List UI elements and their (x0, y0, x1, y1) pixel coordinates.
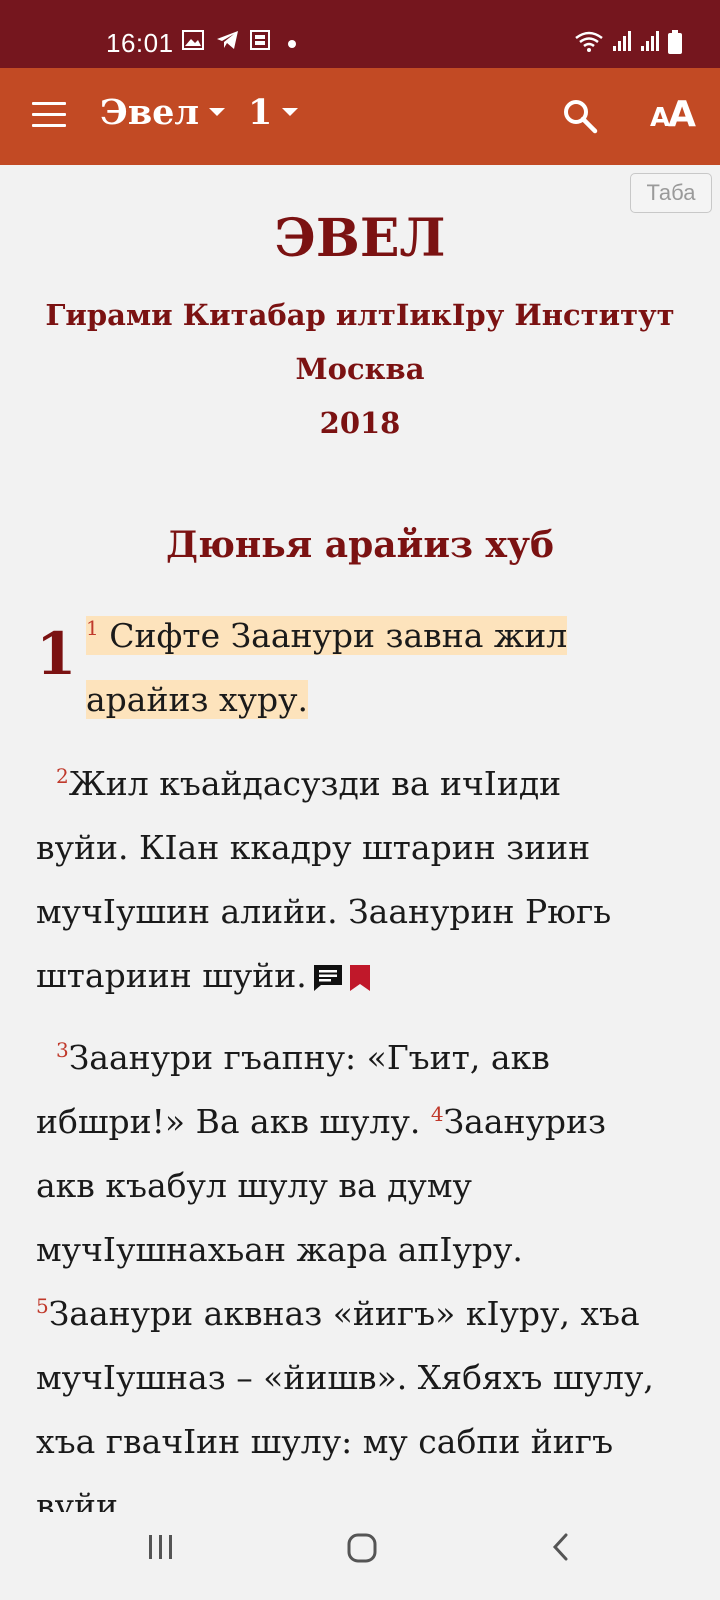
verse-number: 5 (36, 1294, 49, 1318)
chevron-down-icon (209, 107, 226, 116)
recent-apps-icon[interactable] (146, 1532, 176, 1562)
app-bar: Эвел 1 AA (0, 68, 720, 165)
book-name: Эвел (100, 92, 200, 133)
back-icon[interactable] (550, 1532, 570, 1562)
verse-2-line-2: вуйи. КІан ккадру штарин зиин (36, 828, 591, 867)
app-notification-icon (250, 30, 270, 50)
status-time: 16:01 (106, 28, 174, 58)
chevron-down-icon (282, 107, 299, 116)
wifi-icon (575, 31, 603, 52)
system-nav-bar (0, 1512, 720, 1600)
verse-5-line-3: хъа гвачІин шулу: му сабпи йигъ (36, 1422, 614, 1461)
verse-4-line-2: акв къабул шулу ва думу (36, 1166, 472, 1205)
signal-sim2-icon (641, 31, 659, 51)
verse-1-line-1: 1 Сифте Заанури завна жил (86, 616, 568, 655)
verse-5-line-1: Заанури аквназ «йигъ» кІуру, хъа (48, 1294, 640, 1333)
verse-2-line-4: штариин шуйи. (36, 956, 307, 995)
book-selector[interactable]: Эвел (100, 92, 226, 133)
status-bar: 16:01 (0, 0, 720, 68)
gallery-notification-icon (182, 30, 204, 50)
book-title: ЭВЕЛ (274, 208, 446, 269)
verse-3-5-paragraph[interactable]: 3Заанури гъапну: «Гъит, акв ибшри!» Ва а… (36, 1026, 654, 1538)
note-icon[interactable] (313, 964, 343, 992)
verse-number: 4 (430, 1102, 444, 1126)
verse-1[interactable]: 1 Сифте Заанури завна жил арайиз хуру. (86, 604, 568, 732)
verse-4-line-3: мучІушнахьан жара апІуру. (36, 1230, 523, 1269)
search-icon[interactable] (562, 98, 598, 134)
intro-line-1: Гирами Китабар илтІикІру Институт (45, 298, 675, 332)
intro-line-2: Москва (295, 352, 425, 386)
bookmark-icon[interactable] (349, 964, 371, 992)
tab-chip[interactable]: Таба (630, 173, 712, 213)
section-heading: Дюнья арайиз хуб (165, 524, 555, 566)
more-notifications-icon (288, 40, 296, 48)
verse-2-line-3: мучІушин алийи. Заанурин Рюгь (36, 892, 612, 931)
signal-sim1-icon (613, 31, 631, 51)
verse-5-line-2: мучІушназ – «йишв». Хябяхъ шулу, (36, 1358, 654, 1397)
verse-4-line-1: Заануриз (443, 1102, 607, 1141)
chapter-number: 1 (36, 620, 77, 688)
verse-1-line-2: арайиз хуру. (86, 680, 309, 719)
telegram-notification-icon (217, 31, 238, 49)
chapter-selector[interactable]: 1 (248, 92, 299, 133)
chapter-name: 1 (248, 92, 273, 133)
verse-3-line-2: ибшри!» Ва акв шулу. (36, 1102, 421, 1141)
verse-number: 1 (86, 616, 99, 640)
home-icon[interactable] (346, 1532, 378, 1564)
verse-2-line-1: Жил къайдасузди ва ичІиди (68, 764, 562, 803)
verse-2[interactable]: 2Жил къайдасузди ва ичІиди вуйи. КІан кк… (36, 752, 611, 1008)
intro-line-3: 2018 (319, 406, 401, 440)
menu-icon[interactable] (32, 102, 66, 128)
verse-number: 2 (56, 764, 69, 788)
verse-number: 3 (56, 1038, 69, 1062)
text-size-icon[interactable]: AA (650, 94, 696, 135)
battery-icon (668, 30, 682, 54)
verse-3-line-1: Заанури гъапну: «Гъит, акв (68, 1038, 550, 1077)
